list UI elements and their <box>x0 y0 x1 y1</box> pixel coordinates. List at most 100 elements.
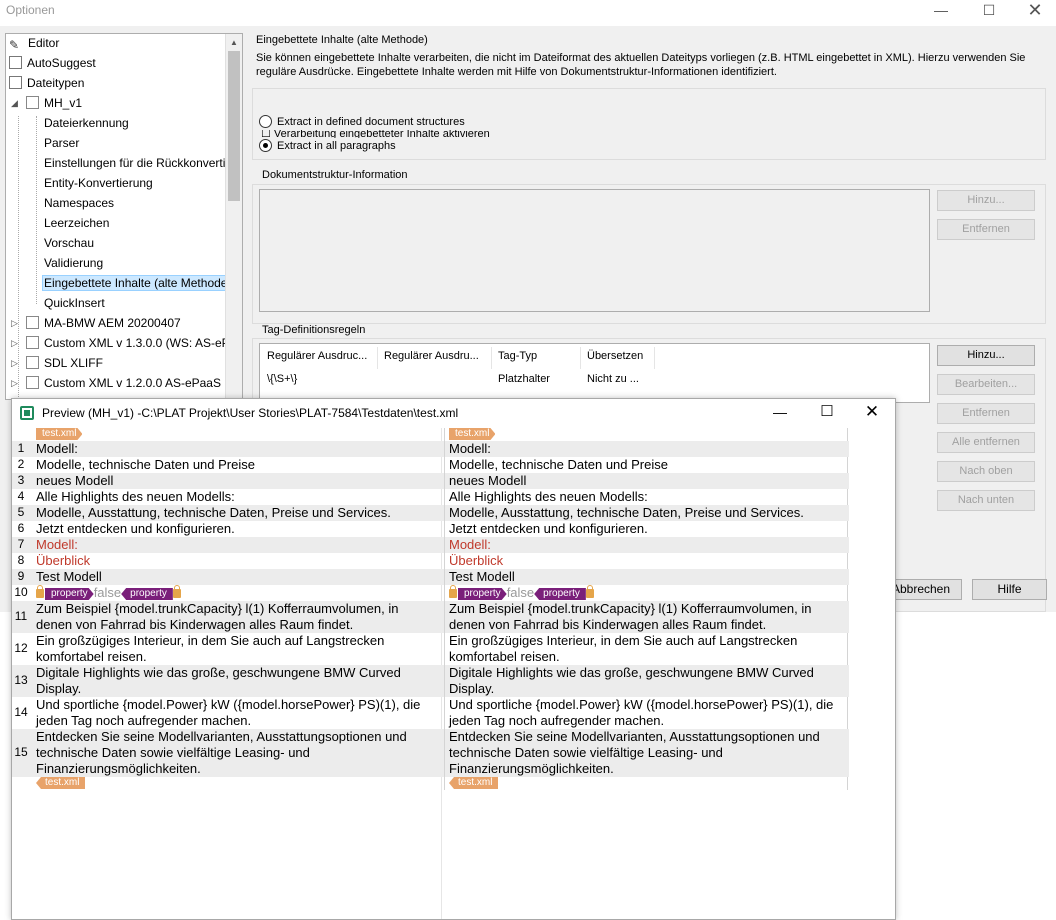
tag-move-up-button[interactable]: Nach oben <box>937 461 1035 482</box>
close-button[interactable]: ✕ <box>852 402 892 424</box>
tree-item-parser[interactable]: Parser <box>44 134 79 154</box>
tree-item-rueckkonvertierung[interactable]: Einstellungen für die Rückkonvertie <box>44 154 232 174</box>
property-value: false <box>506 585 535 600</box>
table-cell[interactable]: Platzhalter <box>498 373 550 385</box>
docstruct-remove-button[interactable]: Entfernen <box>937 219 1035 240</box>
segment-row[interactable]: Alle Highlights des neuen Modells: <box>445 489 849 505</box>
docstruct-add-button[interactable]: Hinzu... <box>937 190 1035 211</box>
segment-row[interactable]: Zum Beispiel {model.trunkCapacity} l(1) … <box>445 601 849 633</box>
segment-row[interactable]: Modelle, technische Daten und Preise <box>445 457 849 473</box>
tree-item-leerzeichen[interactable]: Leerzeichen <box>44 214 109 234</box>
minimize-button[interactable]: — <box>918 0 964 22</box>
collapsed-chevron-icon[interactable]: ▷ <box>11 338 18 349</box>
segment-text: Und sportliche {model.Power} kW ({model.… <box>449 697 834 712</box>
docstruct-list[interactable] <box>259 189 930 312</box>
column-header[interactable]: Regulärer Ausdruc... <box>267 350 367 362</box>
minimize-button[interactable]: — <box>760 402 800 424</box>
radio-circle[interactable] <box>259 115 272 128</box>
file-open-tag: test.xml <box>449 428 495 440</box>
column-header[interactable]: Übersetzen <box>587 350 643 362</box>
tag-edit-button[interactable]: Bearbeiten... <box>937 374 1035 395</box>
line-number: 5 <box>17 505 25 519</box>
segment-row[interactable]: property false property <box>445 585 849 601</box>
tree-item-editor[interactable]: ✎ Editor <box>9 34 59 54</box>
collapsed-chevron-icon[interactable]: ▷ <box>11 318 18 329</box>
segment-row[interactable]: Digitale Highlights wie das große, gesch… <box>445 665 849 697</box>
segment-row[interactable]: 9 Test Modell <box>12 569 444 585</box>
expanded-chevron-icon[interactable]: ◢ <box>11 98 18 109</box>
tree-item-vorschau[interactable]: Vorschau <box>44 234 94 254</box>
segment-row[interactable]: Modelle, Ausstattung, technische Daten, … <box>445 505 849 521</box>
target-pane[interactable]: test.xml Modell: Modelle, technische Dat… <box>444 428 849 790</box>
segment-row[interactable]: Überblick <box>445 553 849 569</box>
segment-row[interactable]: 10 property false property <box>12 585 444 601</box>
xml-file-icon <box>26 316 39 329</box>
property-close-tag: property <box>534 588 586 600</box>
table-cell[interactable]: Nicht zu ... <box>587 373 639 385</box>
segment-row[interactable]: 2 Modelle, technische Daten und Preise <box>12 457 444 473</box>
maximize-button[interactable]: ☐ <box>966 0 1012 22</box>
xliff-file-icon <box>26 356 39 369</box>
tree-item-validierung[interactable]: Validierung <box>44 254 103 274</box>
segment-row[interactable]: 3 neues Modell <box>12 473 444 489</box>
tree-item-eingebettete-inhalte[interactable]: Eingebettete Inhalte (alte Methode) <box>42 274 234 294</box>
segment-row[interactable]: 6 Jetzt entdecken und konfigurieren. <box>12 521 444 537</box>
segment-row[interactable]: 13 Digitale Highlights wie das große, ge… <box>12 665 444 697</box>
segment-row[interactable]: 1 Modell: <box>12 441 444 457</box>
tag-remove-all-button[interactable]: Alle entfernen <box>937 432 1035 453</box>
collapsed-chevron-icon[interactable]: ▷ <box>11 358 18 369</box>
tree-item-mh-v1[interactable]: MH_v1 <box>26 94 82 114</box>
radio-circle-selected[interactable] <box>259 139 272 152</box>
segment-text: Modelle, Ausstattung, technische Daten, … <box>449 505 804 520</box>
segment-row[interactable]: 7 Modell: <box>12 537 444 553</box>
segment-row[interactable]: 8 Überblick <box>12 553 444 569</box>
segment-row[interactable]: 4 Alle Highlights des neuen Modells: <box>12 489 444 505</box>
column-header[interactable]: Tag-Typ <box>498 350 537 362</box>
tree-item-dateitypen[interactable]: Dateitypen <box>9 74 84 94</box>
source-pane[interactable]: test.xml 1 Modell: 2 Modelle, technische… <box>12 428 444 790</box>
segment-row[interactable]: 11 Zum Beispiel {model.trunkCapacity} l(… <box>12 601 444 633</box>
segment-row[interactable]: Test Modell <box>445 569 849 585</box>
segment-row[interactable]: Und sportliche {model.Power} kW ({model.… <box>445 697 849 729</box>
tree-item-namespaces[interactable]: Namespaces <box>44 194 114 214</box>
tag-definition-table[interactable]: Regulärer Ausdruc... Regulärer Ausdru...… <box>259 343 930 403</box>
tag-remove-button[interactable]: Entfernen <box>937 403 1035 424</box>
radio-extract-structures[interactable]: Extract in defined document structures <box>259 115 465 128</box>
tree-item-ma-bmw[interactable]: MA-BMW AEM 20200407 <box>26 314 181 334</box>
tree-item-sdl-xliff[interactable]: SDL XLIFF <box>26 354 103 374</box>
segment-row[interactable]: Ein großzügiges Interieur, in dem Sie au… <box>445 633 849 665</box>
radio-extract-paragraphs[interactable]: Extract in all paragraphs <box>259 139 396 152</box>
segment-row[interactable]: 12 Ein großzügiges Interieur, in dem Sie… <box>12 633 444 665</box>
section-title: Eingebettete Inhalte (alte Methode) <box>256 34 428 46</box>
segment-row[interactable]: 5 Modelle, Ausstattung, technische Daten… <box>12 505 444 521</box>
tree-item-custom-xml-130[interactable]: Custom XML v 1.3.0.0 (WS: AS-ePaa <box>26 334 242 354</box>
column-header[interactable]: Regulärer Ausdru... <box>384 350 479 362</box>
segment-row[interactable]: Jetzt entdecken und konfigurieren. <box>445 521 849 537</box>
maximize-button[interactable]: ☐ <box>807 402 847 424</box>
tree-scrollbar[interactable]: ▲ <box>225 34 242 399</box>
tree-item-autosuggest[interactable]: AutoSuggest <box>9 54 96 74</box>
tree-item-dateierkennung[interactable]: Dateierkennung <box>44 114 129 134</box>
tree-item-entity[interactable]: Entity-Konvertierung <box>44 174 153 194</box>
options-tree[interactable]: ✎ Editor AutoSuggest Dateitypen ◢ MH_v1 D… <box>5 33 243 400</box>
app-icon <box>20 406 34 420</box>
segment-row[interactable]: Modell: <box>445 441 849 457</box>
tag-add-button[interactable]: Hinzu... <box>937 345 1035 366</box>
close-button[interactable]: ✕ <box>1012 0 1056 22</box>
tree-item-quickinsert[interactable]: QuickInsert <box>44 294 105 314</box>
scroll-up-arrow-icon[interactable]: ▲ <box>226 34 242 51</box>
segment-row[interactable]: neues Modell <box>445 473 849 489</box>
tag-move-down-button[interactable]: Nach unten <box>937 490 1035 511</box>
enable-embedded-checkbox[interactable]: ☐ Verarbeitung eingebetteter Inhalte akt… <box>261 130 490 138</box>
segment-row[interactable]: Entdecken Sie seine Modellvarianten, Aus… <box>445 729 849 777</box>
segment-text: Modelle, Ausstattung, technische Daten, … <box>36 505 391 520</box>
scrollbar-thumb[interactable] <box>228 51 240 201</box>
tree-item-custom-xml-120[interactable]: Custom XML v 1.2.0.0 AS-ePaaS <box>26 374 221 394</box>
help-button[interactable]: Hilfe <box>972 579 1047 600</box>
segment-row[interactable]: Modell: <box>445 537 849 553</box>
segment-text: Modell: <box>449 537 491 552</box>
table-cell[interactable]: \{\S+\} <box>267 373 297 385</box>
collapsed-chevron-icon[interactable]: ▷ <box>11 378 18 389</box>
segment-row[interactable]: 14 Und sportliche {model.Power} kW ({mod… <box>12 697 444 729</box>
segment-row[interactable]: 15 Entdecken Sie seine Modellvarianten, … <box>12 729 444 777</box>
